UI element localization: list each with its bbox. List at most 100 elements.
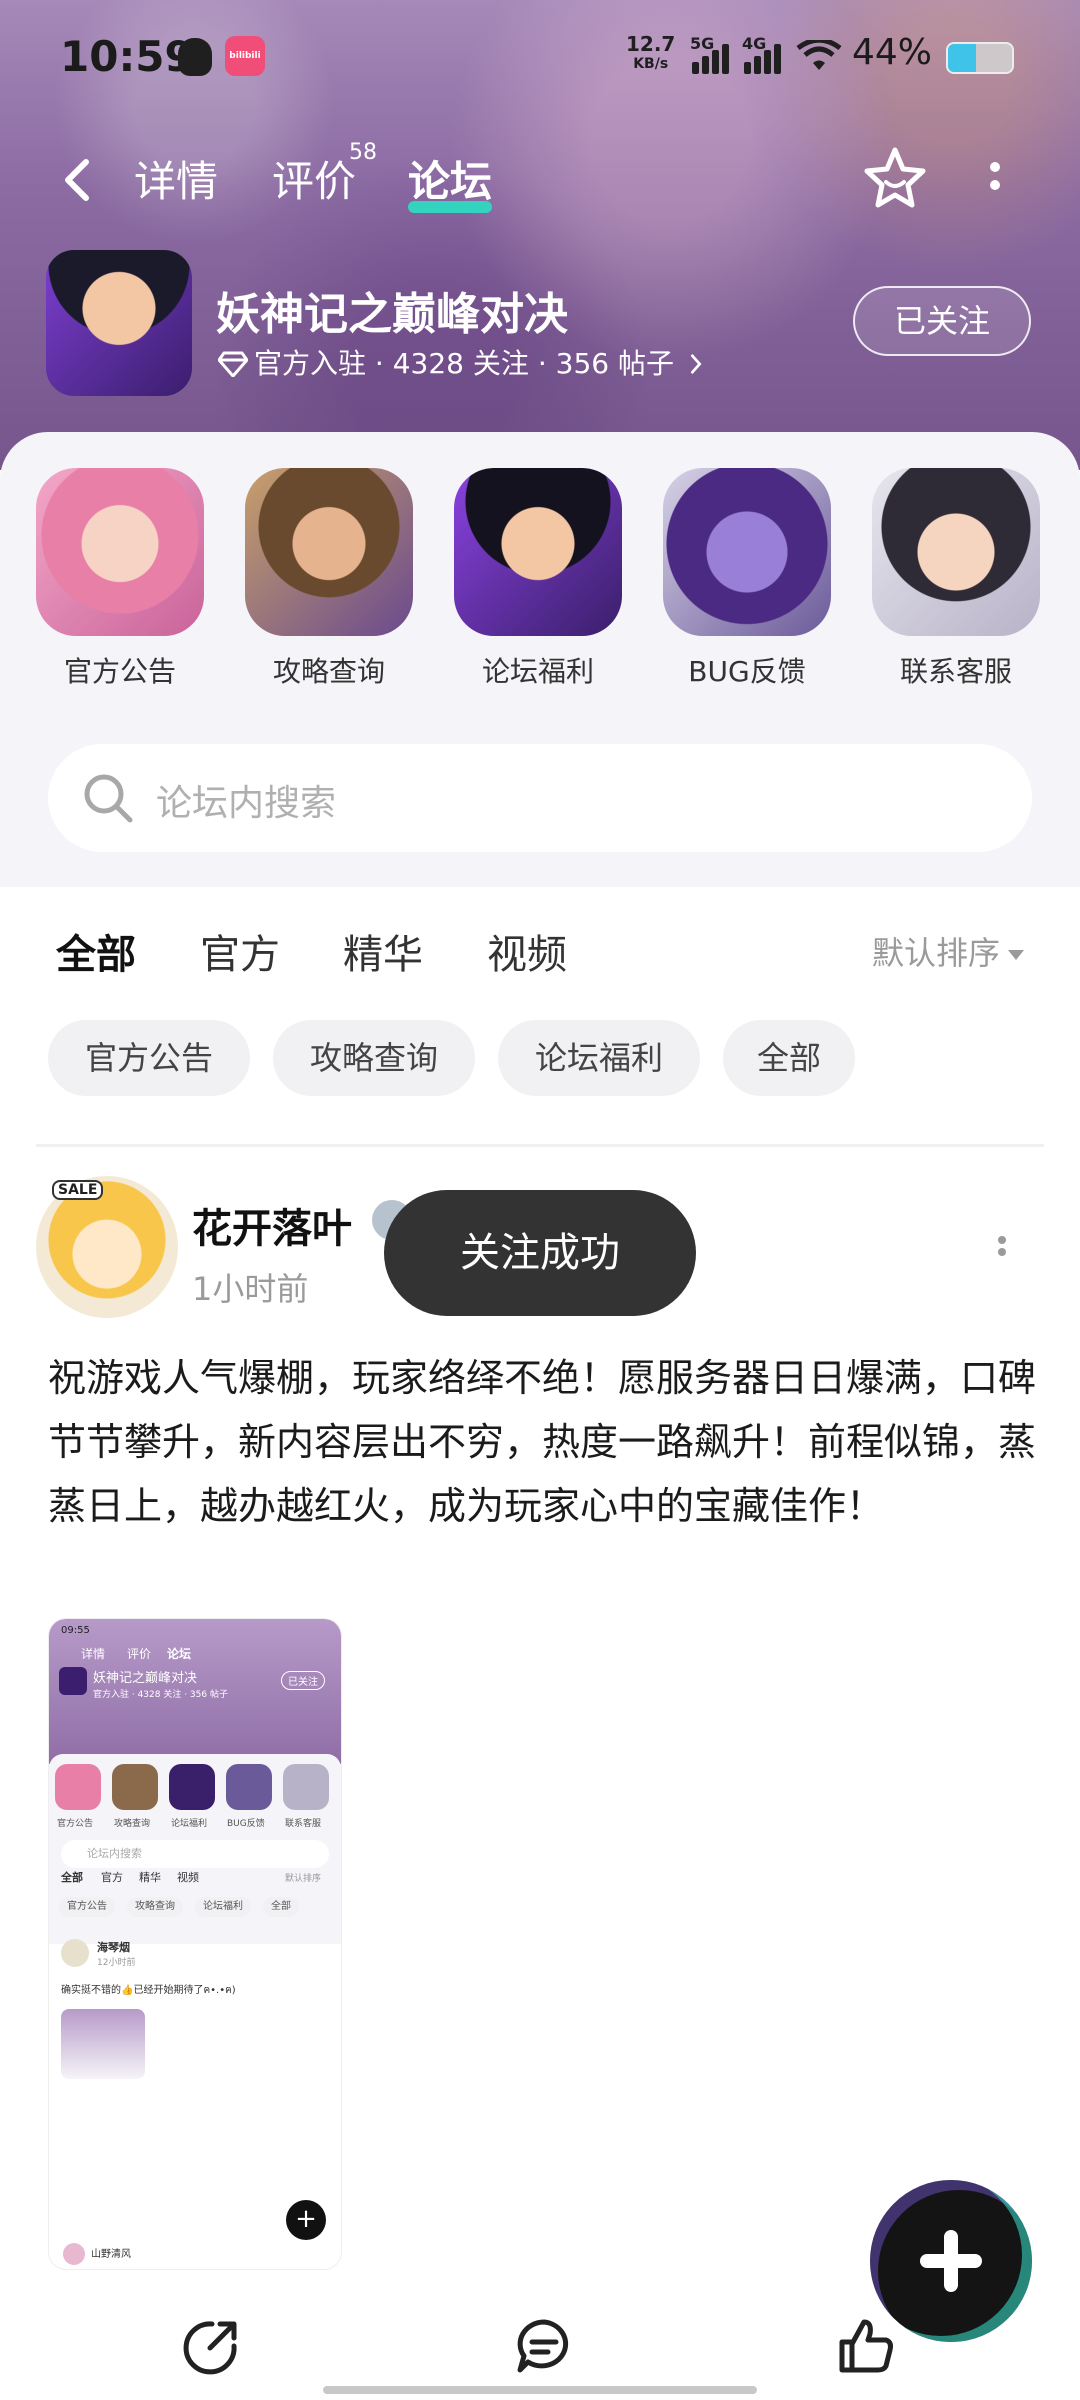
thumbnail-actions [99,2189,299,2205]
post-more-options-icon[interactable] [992,1232,1012,1268]
filter-tab-all[interactable]: 全部 [56,922,136,982]
chip-official-notice[interactable]: 官方公告 [48,1020,250,1096]
quick-official-notice[interactable]: 官方公告 [35,468,205,690]
sort-label: 默认排序 [872,934,1001,972]
thumbnail-avatar [61,1939,89,1967]
tab-details-label: 详情 [134,157,219,206]
like-icon[interactable] [836,2316,896,2376]
quick-action-label: 攻略查询 [272,655,385,688]
signal-4g-label: 4G [742,34,767,53]
thumbnail-game-icon [59,1667,87,1695]
thumbnail-post-text: 确实挺不错的👍已经开始期待了ฅ•.•ฅ) [61,1985,236,1996]
top-navigation: 详情 评价 58 论坛 [0,140,1080,220]
tab-reviews[interactable]: 评价 [272,148,356,209]
status-time: 10:59 [60,32,194,81]
diamond-icon [217,351,249,378]
post-filter-tabs: 全部 官方 精华 视频 默认排序 [0,900,1080,990]
avatar-sale-badge: SALE [52,1180,104,1200]
thumbnail-chip: 攻略查询 [127,1897,183,1917]
forum-quick-panel: 官方公告 攻略查询 论坛福利 BUG反馈 联系客服 论坛内搜索 [0,432,1080,887]
reviews-count-badge: 58 [349,140,377,165]
quick-strategy[interactable]: 攻略查询 [244,468,414,690]
chevron-right-icon [690,354,702,374]
quick-action-label: 论坛福利 [481,655,594,688]
game-title: 妖神记之巅峰对决 [216,289,568,340]
signal-5g-label: 5G [690,34,715,53]
thumbnail-chips: 官方公告 攻略查询 论坛福利 全部 [59,1897,339,1919]
filter-tab-label: 精华 [343,932,423,978]
thumbnail-quick-label: 攻略查询 [114,1819,151,1829]
tab-reviews-label: 评价 [272,157,357,206]
quick-action-label: 联系客服 [899,655,1012,688]
quick-action-label: 官方公告 [63,655,176,688]
tab-details[interactable]: 详情 [134,148,218,209]
net-speed-value: 12.7 [626,32,676,56]
meta-separator: · [537,347,556,380]
quick-bug-report[interactable]: BUG反馈 [662,468,832,690]
quick-forum-benefits[interactable]: 论坛福利 [453,468,623,690]
game-meta[interactable]: 官方入驻 · 4328 关注 · 356 帖子 [217,342,703,382]
toast-message: 关注成功 [384,1190,696,1316]
thumbnail-time: 09:55 [61,1625,90,1636]
author-name[interactable]: 花开落叶 [192,1196,352,1254]
chip-all[interactable]: 全部 [723,1020,855,1096]
post-image-thumbnail[interactable]: 09:55 详情 评价 论坛 妖神记之巅峰对决 官方入驻 · 4328 关注 ·… [48,1618,342,2270]
game-icon [46,250,192,396]
category-chips: 官方公告 攻略查询 论坛福利 全部 [0,1020,1080,1098]
thumbnail-meta: 官方入驻 · 4328 关注 · 356 帖子 [93,1690,228,1700]
post-body-text: 祝游戏人气爆棚，玩家络绎不绝！愿服务器日日爆满，口碑节节攀升，新内容层出不穷，热… [48,1356,1037,1528]
forum-search-bar[interactable]: 论坛内搜索 [48,744,1032,852]
tab-forum[interactable]: 论坛 [408,148,493,213]
thumbnail-next-author: 山野清风 [91,2249,131,2260]
thumbnail-quick-label: 论坛福利 [171,1819,208,1829]
battery-percent: 44% [852,32,933,73]
thumbnail-filter: 全部 [61,1871,83,1884]
wifi-icon [796,40,842,70]
thumbnail-next-avatar [63,2243,85,2265]
thumbnail-quick-icon [55,1764,101,1810]
caret-down-icon [1008,950,1025,960]
more-options-icon[interactable] [980,154,1010,210]
chip-strategy[interactable]: 攻略查询 [273,1020,475,1096]
follow-button[interactable]: 已关注 [853,286,1031,356]
signal-5g-icon: 5G [690,34,736,74]
back-arrow-icon[interactable] [58,158,98,202]
filter-tab-featured[interactable]: 精华 [343,922,423,980]
comment-icon[interactable] [514,2316,574,2376]
plus-icon [944,2230,958,2292]
quick-contact-support[interactable]: 联系客服 [871,468,1041,690]
post-time: 1小时前 [192,1270,309,1308]
filter-tab-official[interactable]: 官方 [200,922,280,980]
official-label: 官方入驻 [254,347,367,380]
filter-tab-label: 官方 [200,932,280,978]
thumbnail-quick-icon [112,1764,158,1810]
filter-tab-video[interactable]: 视频 [487,922,567,980]
home-indicator[interactable] [323,2386,757,2394]
thumbnail-tab: 详情 [81,1647,106,1661]
battery-icon [946,42,1014,74]
forum-benefits-icon [454,468,622,636]
share-icon[interactable] [182,2316,242,2376]
contact-support-icon [872,468,1040,636]
signal-4g-icon: 4G [742,34,788,74]
thumbnail-filter: 精华 [139,1871,161,1884]
thumbnail-plus-icon: + [286,2200,326,2240]
favorite-star-icon[interactable] [860,144,930,214]
quick-action-label: BUG反馈 [688,655,806,688]
thumbnail-tab: 评价 [127,1647,152,1661]
thumbnail-title: 妖神记之巅峰对决 [93,1671,198,1686]
search-placeholder: 论坛内搜索 [156,783,337,824]
thumbnail-tab: 论坛 [167,1647,192,1661]
follow-count: 4328 关注 [392,347,529,380]
thumbnail-nested-image [61,2009,145,2079]
thumbnail-chip: 全部 [263,1897,299,1917]
thumbnail-sort: 默认排序 [285,1874,322,1884]
sort-dropdown[interactable]: 默认排序 [872,928,1025,974]
thumbnail-quick-icon [283,1764,329,1810]
thumbnail-quick-icon [226,1764,272,1810]
thumbnail-quick-icon [169,1764,215,1810]
tab-forum-label: 论坛 [408,157,493,206]
chip-forum-benefits[interactable]: 论坛福利 [498,1020,700,1096]
thumbnail-follow: 已关注 [281,1671,325,1690]
thumbnail-quick-label: BUG反馈 [227,1819,265,1829]
